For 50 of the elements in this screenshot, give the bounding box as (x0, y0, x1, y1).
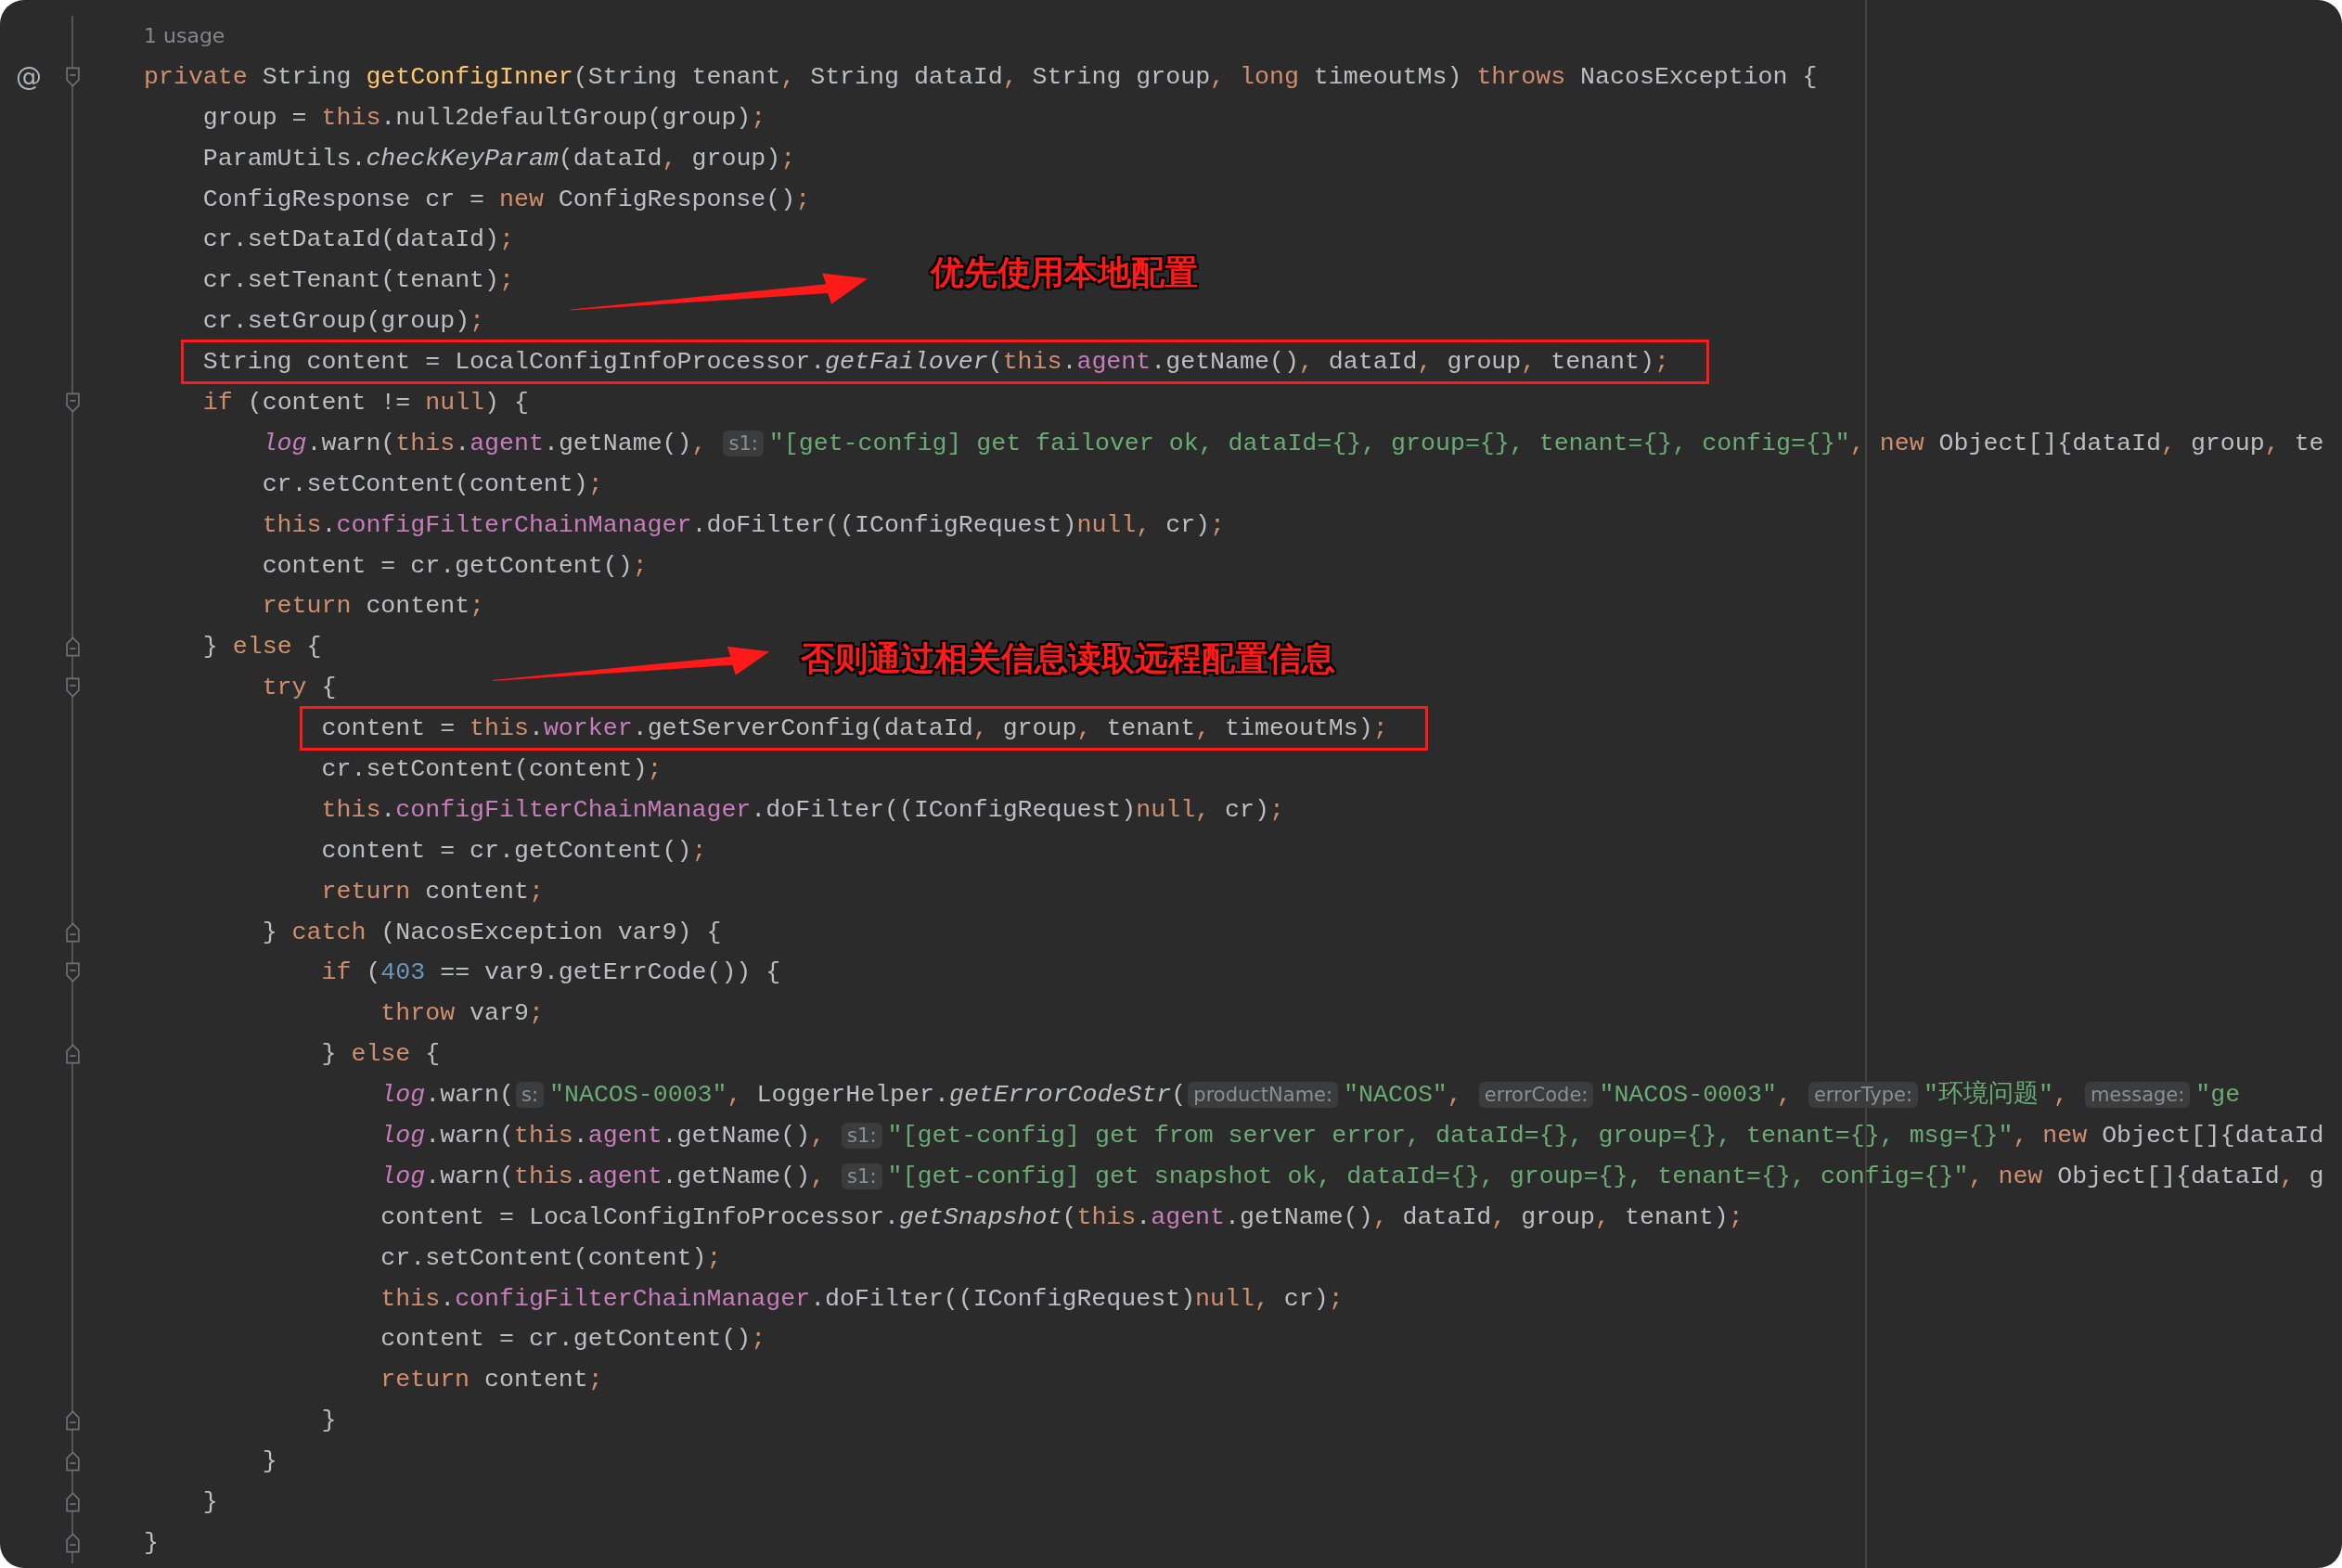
fold-icon[interactable] (64, 65, 81, 88)
code-line: cr.setDataId(dataId); (202, 225, 514, 256)
code-line: return content; (380, 1365, 603, 1396)
code-line: return content; (321, 876, 544, 907)
fold-icon[interactable] (64, 636, 81, 659)
code-line: } (321, 1406, 337, 1437)
code-line: } else { (202, 632, 322, 663)
code-line: } else { (321, 1039, 441, 1071)
code-line: cr.setTenant(tenant); (202, 265, 514, 297)
annotation-text: 优先使用本地配置 (931, 252, 1198, 294)
code-line: content = LocalConfigInfoProcessor.getSnapshot(this.agent.getName(), dataId, group, tenant); (380, 1202, 1744, 1233)
code-line: try { (262, 673, 337, 704)
code-line: cr.setContent(content); (321, 753, 663, 785)
fold-icon[interactable] (64, 1043, 81, 1066)
code-line: if (403 == var9.getErrCode()) { (321, 958, 781, 989)
code-line: ConfigResponse cr = new ConfigResponse(); (202, 184, 811, 215)
code-line: log.warn(this.agent.getName(), s1: "[get-config] get from server error, dataId={}, group={}, tenant={}, msg={}", new Object[]{dataId (380, 1121, 2324, 1151)
usages-hint[interactable]: 1 usage (144, 24, 225, 48)
code-line: group = this.null2defaultGroup(group); (202, 102, 766, 134)
code-line: private String getConfigInner(String tenant, String dataId, String group, long timeoutMs) throws NacosException { (144, 61, 1818, 93)
code-line: cr.setContent(content); (380, 1242, 722, 1274)
code-line: content = cr.getContent(); (380, 1324, 766, 1356)
fold-icon[interactable] (64, 1450, 81, 1473)
annotation-text: 否则通过相关信息读取远程配置信息 (801, 638, 1335, 680)
code-line: cr.setContent(content); (262, 469, 603, 500)
code-line: content = cr.getContent(); (262, 550, 648, 582)
fold-icon[interactable] (64, 1491, 81, 1513)
code-line: content = cr.getContent(); (321, 835, 707, 867)
fold-icon[interactable] (64, 676, 81, 700)
code-line: this.configFilterChainManager.doFilter((IConfigRequest)null, cr); (380, 1283, 1344, 1315)
fold-icon[interactable] (64, 391, 81, 414)
code-line: log.warn(this.agent.getName(), s1: "[get-config] get failover ok, dataId={}, group={}, tenant={}, config={}", new Object[]{dataId, group, te (262, 428, 2324, 459)
fold-icon[interactable] (64, 920, 81, 944)
fold-icon[interactable] (64, 961, 81, 984)
code-line: this.configFilterChainManager.doFilter((IConfigRequest)null, cr); (262, 509, 1226, 541)
fold-icon[interactable] (64, 1409, 81, 1433)
override-marker[interactable]: @ (16, 61, 42, 93)
fold-icon[interactable] (64, 1531, 81, 1554)
code-line: ParamUtils.checkKeyParam(dataId, group); (202, 143, 796, 174)
code-line: log.warn( s: "NACOS-0003", LoggerHelper.getErrorCodeStr( productName: "NACOS", errorCode: "NACOS-0003", errorType: "环境问题", message: "ge (380, 1079, 2241, 1112)
code-line: } (202, 1487, 218, 1518)
code-line: } catch (NacosException var9) { (262, 917, 722, 948)
code-line: log.warn(this.agent.getName(), s1: "[get-config] get snapshot ok, dataId={}, group={}, tenant={}, config={}", new Object[]{dataId, g (380, 1161, 2324, 1192)
code-line: } (144, 1527, 159, 1559)
code-line: this.configFilterChainManager.doFilter((IConfigRequest)null, cr); (321, 794, 1284, 826)
code-line: cr.setGroup(group); (202, 306, 485, 338)
code-line: throw var9; (380, 998, 544, 1030)
code-line: return content; (262, 591, 485, 623)
code-line: } (262, 1446, 277, 1478)
code-line: if (content != null) { (202, 387, 529, 418)
